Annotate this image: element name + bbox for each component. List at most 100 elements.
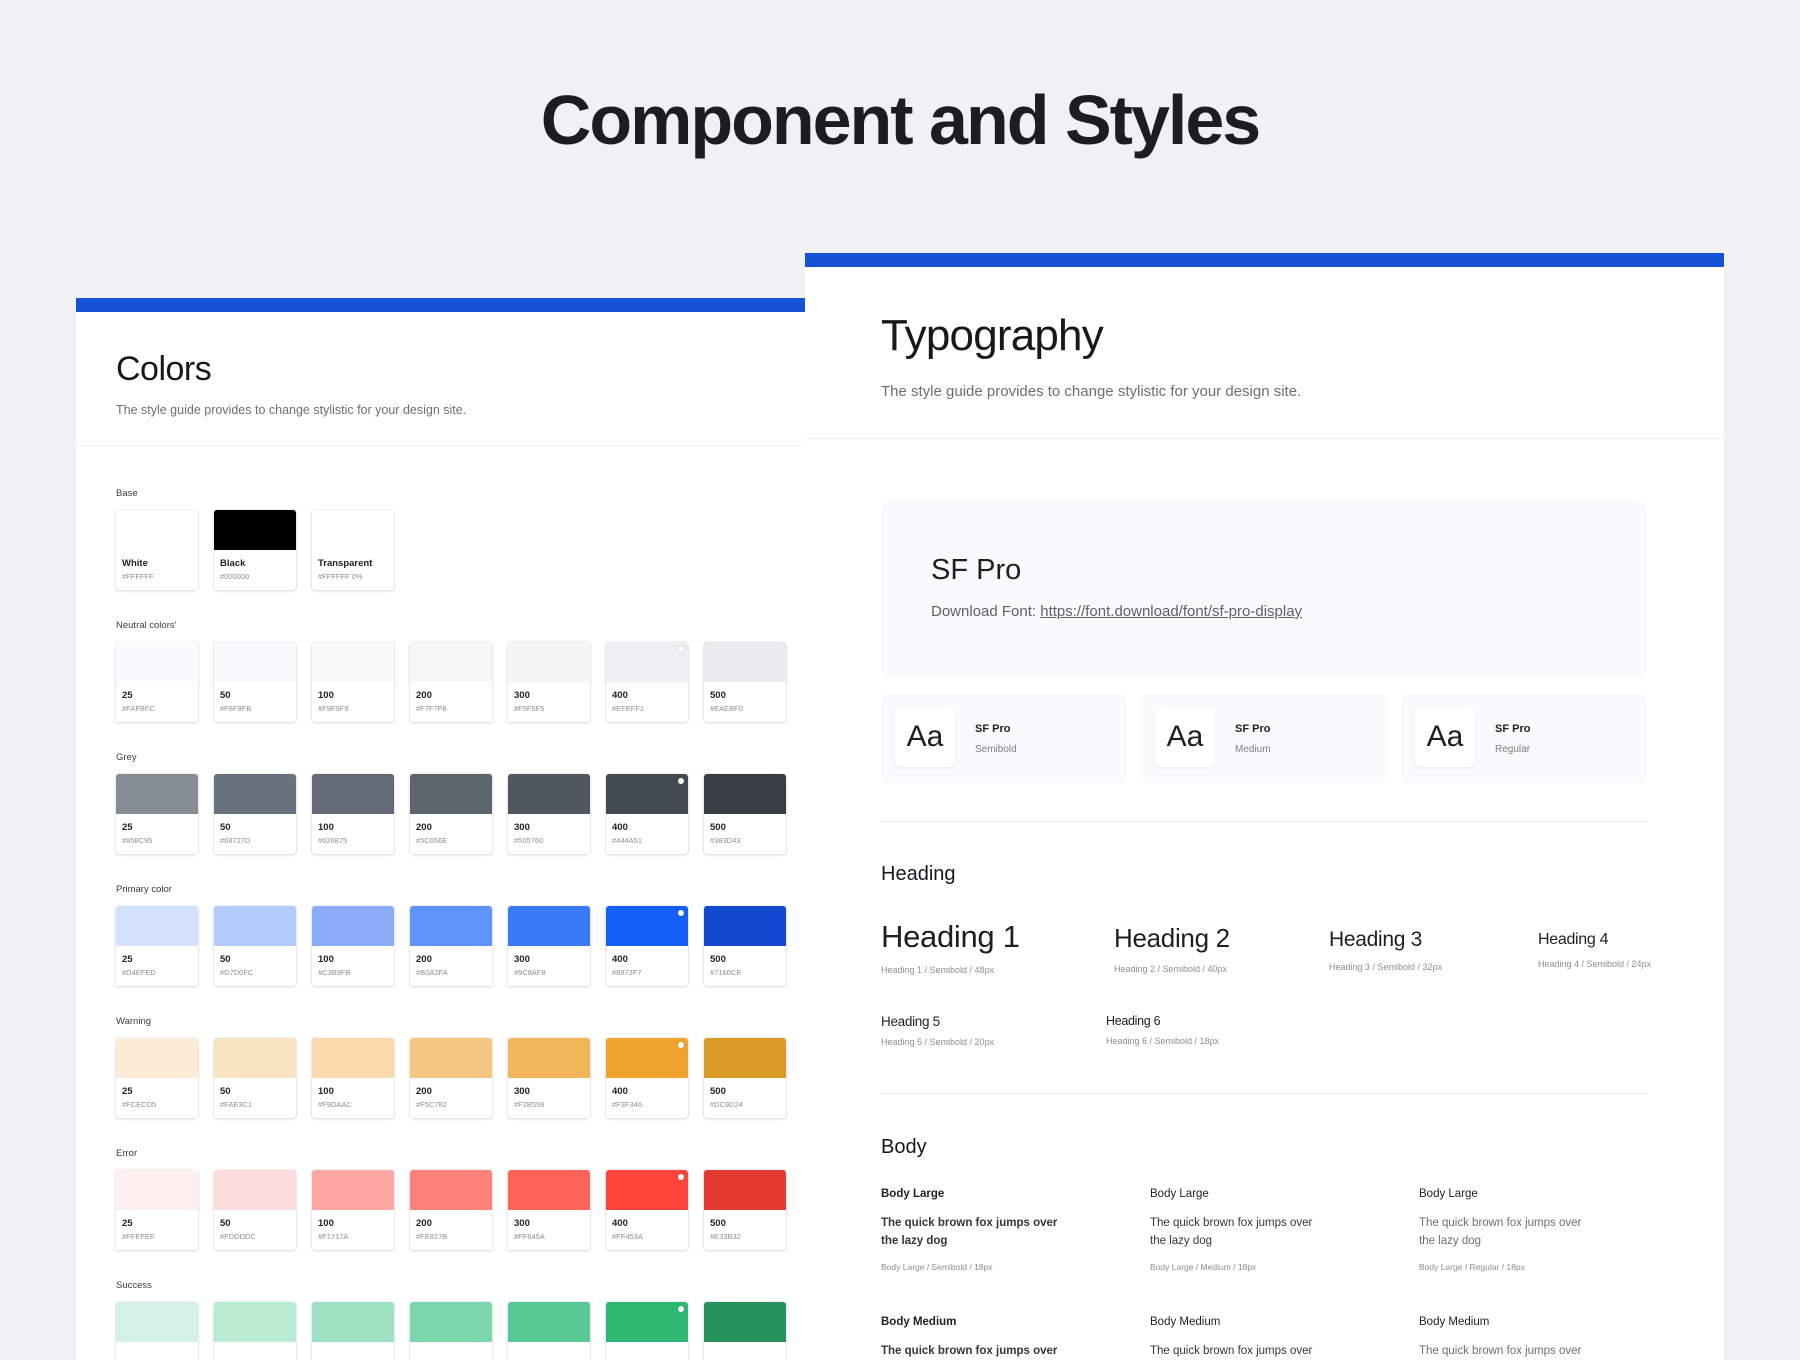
body-sample-label: Body Large <box>1150 1188 1209 1200</box>
color-chip <box>116 1038 198 1078</box>
color-swatch[interactable]: 500 #EAEBF0 <box>704 642 786 722</box>
typography-panel: Typography The style guide provides to c… <box>805 253 1724 1360</box>
color-swatch[interactable]: 200 #5C656E <box>410 774 492 854</box>
color-swatch[interactable]: 400 #444A51 <box>606 774 688 854</box>
color-chip <box>508 774 590 814</box>
swatch-name: 100 <box>318 690 334 701</box>
swatch-name: 400 <box>612 822 628 833</box>
color-swatch[interactable]: 200 #FE827B <box>410 1170 492 1250</box>
color-swatch[interactable]: 500 #E33B32 <box>704 1170 786 1250</box>
body-sample-text: The quick brown fox jumps over <box>1150 1345 1313 1357</box>
swatch-hex: #FCECD5 <box>122 1100 157 1109</box>
color-chip <box>312 510 394 550</box>
color-swatch[interactable]: 100 #F9DAAC <box>312 1038 394 1118</box>
swatch-hex: #FF453A <box>612 1232 643 1241</box>
body-sample-label: Body Medium <box>1150 1316 1221 1328</box>
swatch-name: 300 <box>514 954 530 965</box>
swatch-name: Black <box>220 558 246 569</box>
color-swatch[interactable] <box>214 1302 296 1360</box>
swatch-hex: #E33B32 <box>710 1232 741 1241</box>
color-swatch[interactable]: 50 #FDDDDC <box>214 1170 296 1250</box>
heading-sample-text: Heading 5 <box>881 1014 940 1029</box>
body-sample-label: Body Large <box>881 1188 945 1200</box>
swatch-name: 400 <box>612 1086 628 1097</box>
swatch-hex: #F9DAAC <box>318 1100 352 1109</box>
swatch-hex: #7160CE <box>710 968 742 977</box>
color-swatch[interactable]: 500 #383D43 <box>704 774 786 854</box>
swatch-name: 50 <box>220 954 231 965</box>
color-swatch[interactable]: 300 #FF645A <box>508 1170 590 1250</box>
color-chip <box>606 1170 688 1210</box>
swatch-name: 400 <box>612 690 628 701</box>
selected-dot-icon <box>678 1042 684 1048</box>
color-swatch[interactable]: 400 #FF453A <box>606 1170 688 1250</box>
swatch-name: 500 <box>710 1086 726 1097</box>
color-swatch[interactable] <box>312 1302 394 1360</box>
swatch-name: 300 <box>514 822 530 833</box>
color-group-label: Success <box>116 1280 152 1291</box>
color-swatch[interactable]: 25 #FAFBFC <box>116 642 198 722</box>
swatch-hex: #EFEFF1 <box>612 704 645 713</box>
color-swatch[interactable] <box>508 1302 590 1360</box>
swatch-name: 50 <box>220 690 231 701</box>
color-chip <box>312 1038 394 1078</box>
color-swatch[interactable]: Black #000000 <box>214 510 296 590</box>
color-swatch[interactable]: 500 #7160CE <box>704 906 786 986</box>
swatch-name: 300 <box>514 1218 530 1229</box>
color-swatch[interactable]: 25 #D4EFED <box>116 906 198 986</box>
color-swatch[interactable]: 25 #858C95 <box>116 774 198 854</box>
color-swatch[interactable] <box>606 1302 688 1360</box>
swatch-hex: #9C8AF8 <box>514 968 546 977</box>
color-swatch[interactable]: 25 #FCECD5 <box>116 1038 198 1118</box>
typography-accent-bar <box>805 253 1724 267</box>
color-swatch[interactable]: 50 #D7D0FC <box>214 906 296 986</box>
color-swatch[interactable]: 50 #68727D <box>214 774 296 854</box>
color-swatch[interactable]: 300 #9C8AF8 <box>508 906 590 986</box>
color-swatch[interactable]: 100 #626875 <box>312 774 394 854</box>
color-swatch[interactable]: White #FFFFFF <box>116 510 198 590</box>
color-swatch[interactable]: 50 #F8F9FB <box>214 642 296 722</box>
font-weight-card: Aa SF Pro Semibold <box>881 693 1127 783</box>
selected-dot-icon <box>678 1174 684 1180</box>
color-swatch[interactable] <box>410 1302 492 1360</box>
color-swatch[interactable] <box>704 1302 786 1360</box>
color-chip <box>508 1302 590 1342</box>
color-swatch[interactable]: 100 #F1717A <box>312 1170 394 1250</box>
body-sample-meta: Body Large / Medium / 18px <box>1150 1262 1257 1272</box>
color-group-label: Grey <box>116 752 137 763</box>
typography-subtitle: The style guide provides to change styli… <box>881 383 1302 400</box>
color-swatch[interactable] <box>116 1302 198 1360</box>
font-preview-glyph: Aa <box>1415 707 1475 767</box>
swatch-name: 400 <box>612 954 628 965</box>
color-swatch[interactable]: 100 #F9F9F9 <box>312 642 394 722</box>
color-chip <box>116 642 198 682</box>
font-download-link[interactable]: https://font.download/font/sf-pro-displa… <box>1040 603 1302 620</box>
color-swatch[interactable]: 200 #F7F7F8 <box>410 642 492 722</box>
selected-dot-icon <box>678 1306 684 1312</box>
color-swatch[interactable]: 500 #DC9D24 <box>704 1038 786 1118</box>
heading-sample-meta: Heading 4 / Semibold / 24px <box>1538 959 1652 969</box>
color-chip <box>312 1302 394 1342</box>
color-swatch[interactable]: 400 #F3F346 <box>606 1038 688 1118</box>
heading-sample-meta: Heading 6 / Semibold / 18px <box>1106 1036 1220 1046</box>
color-swatch[interactable]: 100 #C3B9FB <box>312 906 394 986</box>
swatch-row <box>116 1302 805 1360</box>
color-swatch[interactable]: 25 #FFEFEE <box>116 1170 198 1250</box>
color-chip <box>214 1170 296 1210</box>
swatch-hex: #FAFBFC <box>122 704 155 713</box>
swatch-row: 25 #D4EFED 50 #D7D0FC 100 #C3B9FB 200 #B0A2FA 30… <box>116 906 805 986</box>
color-swatch[interactable]: 200 #B0A2FA <box>410 906 492 986</box>
color-swatch[interactable]: Transparent #FFFFFF 0% <box>312 510 394 590</box>
body-sample: Body Large The quick brown fox jumps over… <box>1419 1188 1599 1272</box>
color-swatch[interactable]: 50 #FAE3C1 <box>214 1038 296 1118</box>
swatch-name: 25 <box>122 1086 133 1097</box>
font-download-box: SF Pro Download Font: https://font.downl… <box>881 500 1647 678</box>
color-swatch[interactable]: 300 #F2B559 <box>508 1038 590 1118</box>
color-swatch[interactable]: 400 #EFEFF1 <box>606 642 688 722</box>
color-swatch[interactable]: 300 #505760 <box>508 774 590 854</box>
color-swatch[interactable]: 200 #F5C782 <box>410 1038 492 1118</box>
swatch-name: 500 <box>710 954 726 965</box>
color-swatch[interactable]: 400 #8873F7 <box>606 906 688 986</box>
color-swatch[interactable]: 300 #F5F5F5 <box>508 642 590 722</box>
color-chip <box>410 1302 492 1342</box>
